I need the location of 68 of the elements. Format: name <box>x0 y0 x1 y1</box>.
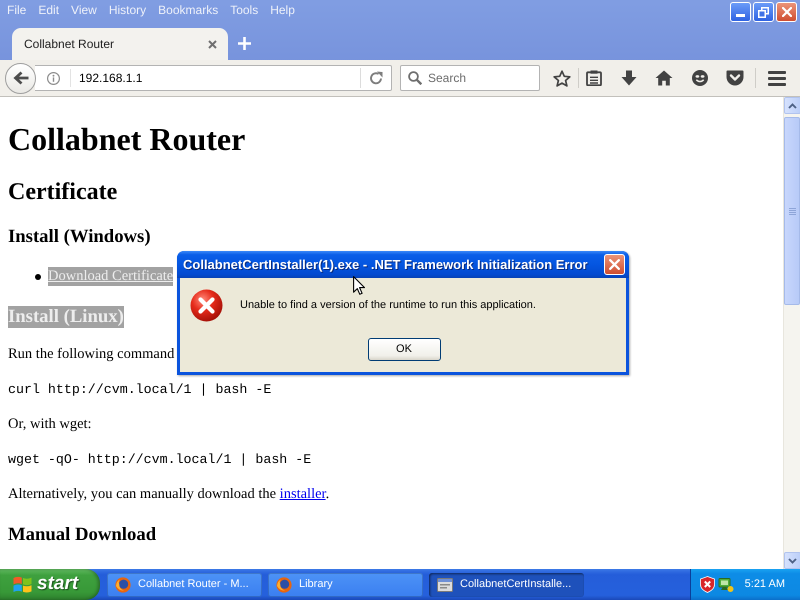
dialog-message: Unable to find a version of the runtime to run this application. <box>240 298 536 314</box>
window-icon <box>437 576 453 592</box>
scroll-up-button[interactable] <box>784 97 800 114</box>
scrollbar[interactable] <box>783 97 800 569</box>
menu-item[interactable]: Help <box>264 2 301 19</box>
code-line: wget -qO- http://cvm.local/1 | bash -E <box>8 452 312 468</box>
download-icon[interactable] <box>621 70 637 86</box>
mouse-cursor-icon <box>353 276 365 295</box>
back-button[interactable] <box>5 62 36 94</box>
code-line: curl http://cvm.local/1 | bash -E <box>8 382 272 398</box>
page-heading: Collabnet Router <box>8 121 246 158</box>
info-icon[interactable] <box>47 72 60 84</box>
paragraph-text: Or, with wget: <box>8 415 92 434</box>
menu-item[interactable]: View <box>65 2 103 19</box>
menu-icon[interactable] <box>768 70 786 86</box>
section-heading: Certificate <box>8 178 118 206</box>
text-link[interactable]: installer <box>280 486 326 502</box>
subsection-heading: Install (Linux) <box>8 306 124 328</box>
error-icon <box>190 289 223 322</box>
browser-icon <box>276 576 292 592</box>
taskbar-button[interactable]: Collabnet Router - M... <box>107 572 262 596</box>
taskbar-button[interactable]: CollabnetCertInstalle... <box>429 572 584 596</box>
close-button[interactable] <box>604 254 625 275</box>
shield-icon[interactable] <box>700 576 715 593</box>
start-button[interactable]: start <box>0 569 100 600</box>
reload-icon[interactable] <box>369 71 383 85</box>
windows-logo-icon <box>13 576 32 593</box>
star-icon[interactable] <box>553 70 571 86</box>
minimize-icon <box>736 14 745 17</box>
clock-text: 5:21 AM <box>744 577 785 592</box>
new-tab-icon[interactable] <box>238 37 251 50</box>
menu-item[interactable]: File <box>1 2 32 19</box>
paragraph-text: Run the following command <box>8 345 174 364</box>
dialog-button[interactable]: OK <box>368 338 440 361</box>
dialog-title: CollabnetCertInstaller(1).exe - .NET Framework Initialization Error <box>183 256 588 274</box>
restore-button[interactable] <box>753 2 774 22</box>
restore-icon <box>758 6 769 18</box>
menu-item[interactable]: Edit <box>32 2 66 19</box>
minimize-button[interactable] <box>730 2 751 22</box>
browser-tab[interactable]: Collabnet Router <box>12 28 228 60</box>
smiley-icon[interactable] <box>692 70 708 86</box>
subsection-heading: Manual Download <box>8 524 156 546</box>
search-bar[interactable]: Search <box>400 65 540 91</box>
chevron-up-icon <box>788 102 797 108</box>
scrollbar-thumb[interactable] <box>784 117 800 305</box>
bullet-icon <box>35 274 41 280</box>
menu-item[interactable]: Bookmarks <box>152 2 224 19</box>
download-link[interactable]: Download Certificate <box>48 267 174 286</box>
close-icon <box>609 259 620 270</box>
search-icon <box>408 71 422 85</box>
paragraph-text: Alternatively, you can manually download the installer. <box>8 485 330 504</box>
close-icon <box>782 7 792 17</box>
scroll-down-button[interactable] <box>784 552 800 569</box>
menu-item[interactable]: Tools <box>224 2 264 19</box>
monitor-icon[interactable] <box>718 576 734 592</box>
browser-icon <box>115 576 131 592</box>
menu-item[interactable]: History <box>102 2 152 19</box>
clipboard-icon[interactable] <box>586 70 602 86</box>
close-button[interactable] <box>776 2 797 22</box>
arrow-left-icon <box>12 71 28 85</box>
taskbar-button[interactable]: Library <box>268 572 423 596</box>
chevron-down-icon <box>788 558 797 564</box>
pocket-icon[interactable] <box>726 70 744 86</box>
home-icon[interactable] <box>655 70 673 86</box>
close-icon[interactable] <box>208 40 217 48</box>
address-bar[interactable]: 192.168.1.1 <box>35 65 392 91</box>
subsection-heading: Install (Windows) <box>8 226 151 248</box>
search-field[interactable]: Search <box>428 69 535 87</box>
